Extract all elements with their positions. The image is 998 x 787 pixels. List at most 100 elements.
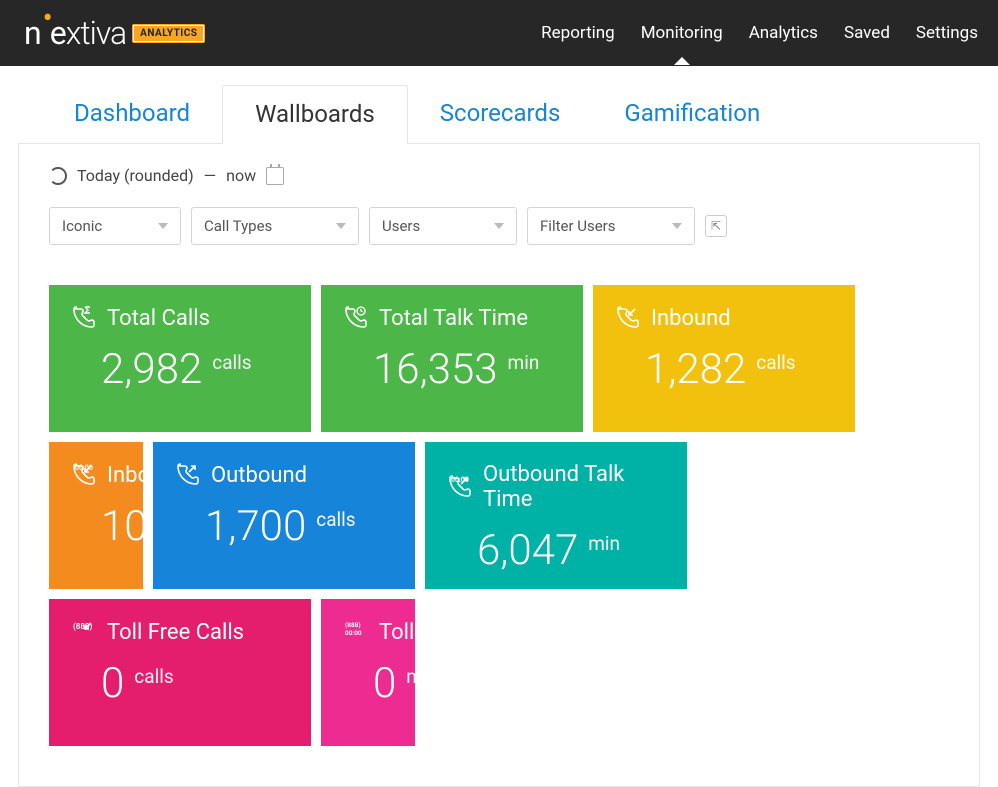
logo-text: e (50, 14, 66, 52)
tile-value-row: 0 min (343, 659, 415, 708)
nav-analytics[interactable]: Analytics (749, 23, 818, 43)
brand-logo: n•extiva ANALYTICS (24, 14, 205, 52)
date-range-label[interactable]: Today (rounded) (77, 166, 194, 185)
chevron-down-icon (494, 223, 504, 229)
metric-tile[interactable]: Total Talk Time 16,353 min (321, 285, 583, 432)
phone-in-clock-icon: 00:00 (71, 462, 97, 488)
filterusers-select[interactable]: Filter Users (527, 207, 695, 245)
metric-tile[interactable]: Outbound 1,700 calls (153, 442, 415, 589)
tile-unit: calls (212, 351, 251, 374)
svg-text:00:00: 00:00 (75, 464, 93, 472)
nav-saved[interactable]: Saved (844, 23, 890, 43)
tile-header: 00:00 Outbound Talk Time (447, 462, 665, 512)
tile-header: (888)00:00 Toll Free Talk Time (343, 619, 415, 645)
tile-title: Outbound Talk Time (483, 462, 665, 512)
metric-tile[interactable]: 00:00 Inbound Talk Time 10,306min (49, 442, 143, 589)
layout-select[interactable]: Iconic (49, 207, 181, 245)
select-value: Call Types (204, 217, 272, 235)
tile-value: 2,982 (101, 345, 202, 394)
metric-tile[interactable]: Inbound 1,282 calls (593, 285, 855, 432)
chevron-down-icon (158, 223, 168, 229)
tile-value-row: 16,353 min (343, 345, 561, 394)
tile-header: Total Calls (71, 305, 289, 331)
tile-value: 0 (101, 659, 124, 708)
nav-monitoring[interactable]: Monitoring (641, 23, 723, 43)
tile-unit: calls (756, 351, 795, 374)
svg-text:00:00: 00:00 (451, 476, 469, 484)
main-nav: Reporting Monitoring Analytics Saved Set… (541, 23, 978, 43)
logo-text: xtiva (66, 14, 126, 52)
popout-icon: ⇱ (711, 219, 721, 233)
tile-unit: min (508, 351, 540, 374)
tile-value-row: 0 calls (71, 659, 289, 708)
tile-header: Inbound (615, 305, 833, 331)
select-value: Iconic (62, 217, 102, 235)
tile-value-row: 1,700 calls (175, 502, 393, 551)
tile-title: Inbound Talk Time (107, 463, 143, 488)
tile-unit: calls (316, 508, 355, 531)
tile-title: Toll Free Talk Time (379, 620, 415, 645)
tollfree-icon: (888) (71, 619, 97, 645)
phone-out-clock-icon: 00:00 (447, 474, 473, 500)
tile-header: (888) Toll Free Calls (71, 619, 289, 645)
logo-badge: ANALYTICS (132, 24, 205, 43)
tile-value: 6,047 (477, 526, 578, 575)
users-select[interactable]: Users (369, 207, 517, 245)
tab-wallboards[interactable]: Wallboards (222, 85, 408, 144)
chevron-down-icon (672, 223, 682, 229)
tab-scorecards[interactable]: Scorecards (408, 85, 593, 143)
tile-value: 0 (373, 659, 396, 708)
tile-value: 10,306 (101, 502, 143, 551)
tile-title: Total Calls (107, 306, 210, 331)
phone-total-icon (71, 305, 97, 331)
date-range-end[interactable]: now (226, 166, 256, 185)
nav-settings[interactable]: Settings (916, 23, 978, 43)
tile-value-row: 2,982 calls (71, 345, 289, 394)
metric-tile[interactable]: (888) Toll Free Calls 0 calls (49, 599, 311, 746)
calendar-icon[interactable] (266, 167, 284, 185)
topbar: n•extiva ANALYTICS Reporting Monitoring … (0, 0, 998, 66)
metric-tile[interactable]: 00:00 Outbound Talk Time 6,047 min (425, 442, 687, 589)
tile-unit: min (406, 665, 415, 688)
tile-grid: Total Calls 2,982 calls Total Talk Time 16,3… (49, 285, 949, 746)
panel: Today (rounded) — now Iconic Call Types … (18, 144, 980, 787)
tab-gamification[interactable]: Gamification (592, 85, 792, 143)
tile-value-row: 1,282 calls (615, 345, 833, 394)
svg-text:00:00: 00:00 (345, 629, 362, 637)
tile-value: 1,282 (645, 345, 746, 394)
chevron-down-icon (336, 223, 346, 229)
select-value: Filter Users (540, 217, 616, 235)
date-range-sep: — (204, 166, 217, 185)
logo-text: n (24, 14, 41, 52)
tile-value: 1,700 (205, 502, 306, 551)
svg-text:(888): (888) (345, 621, 361, 629)
phone-in-icon (615, 305, 641, 331)
metric-tile[interactable]: (888)00:00 Toll Free Talk Time 0 min (321, 599, 415, 746)
tile-header: Outbound (175, 462, 393, 488)
tile-header: Total Talk Time (343, 305, 561, 331)
tab-dashboard[interactable]: Dashboard (42, 85, 222, 143)
tile-title: Toll Free Calls (107, 620, 244, 645)
tile-value: 16,353 (373, 345, 498, 394)
phone-out-icon (175, 462, 201, 488)
tile-title: Outbound (211, 463, 307, 488)
tile-title: Total Talk Time (379, 306, 528, 331)
calltypes-select[interactable]: Call Types (191, 207, 359, 245)
select-value: Users (382, 217, 420, 235)
sub-tabs: Dashboard Wallboards Scorecards Gamifica… (18, 66, 980, 144)
svg-text:(888): (888) (73, 622, 92, 631)
tile-header: 00:00 Inbound Talk Time (71, 462, 143, 488)
popout-button[interactable]: ⇱ (705, 215, 727, 237)
date-range-row: Today (rounded) — now (49, 166, 949, 185)
tile-unit: calls (134, 665, 173, 688)
tile-value-row: 10,306min (71, 502, 143, 551)
tollfree-clock-icon: (888)00:00 (343, 619, 369, 645)
tile-unit: min (588, 532, 620, 555)
filter-row: Iconic Call Types Users Filter Users ⇱ (49, 207, 949, 245)
phone-clock-icon (343, 305, 369, 331)
metric-tile[interactable]: Total Calls 2,982 calls (49, 285, 311, 432)
tile-title: Inbound (651, 306, 731, 331)
tile-value-row: 6,047 min (447, 526, 665, 575)
refresh-icon[interactable] (49, 167, 67, 185)
nav-reporting[interactable]: Reporting (541, 23, 615, 43)
